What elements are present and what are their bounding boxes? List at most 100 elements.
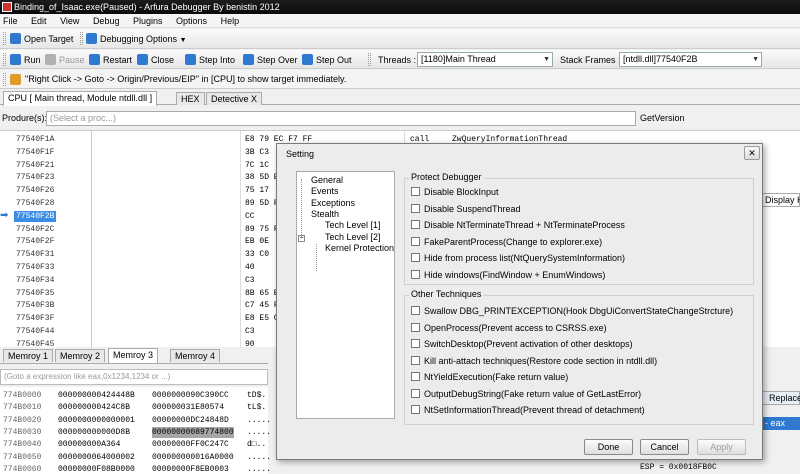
cpu-bytes[interactable]: 75 17 bbox=[245, 185, 269, 196]
option-checkbox[interactable]: Disable BlockInput bbox=[411, 186, 499, 198]
tab-cpu[interactable]: CPU [ Main thread, Module ntdll.dll ] bbox=[3, 91, 158, 106]
checkbox-icon[interactable] bbox=[411, 253, 420, 262]
option-checkbox[interactable]: Disable SuspendThread bbox=[411, 203, 521, 215]
memory-cell[interactable]: 00000000FF0C247C bbox=[152, 439, 229, 450]
checkbox-icon[interactable] bbox=[411, 236, 420, 246]
step-into-button[interactable]: Step Into bbox=[185, 53, 235, 67]
step-out-button[interactable]: Step Out bbox=[302, 53, 352, 67]
option-checkbox[interactable]: SwitchDesktop(Prevent activation of othe… bbox=[411, 338, 633, 350]
cpu-bytes[interactable]: EB 0E bbox=[245, 236, 269, 247]
memory-cell[interactable]: ..... bbox=[247, 452, 271, 463]
memory-cell[interactable]: 00000000089774800 bbox=[152, 426, 234, 438]
tree-item-events[interactable]: Events bbox=[311, 186, 339, 196]
option-checkbox[interactable]: Swallow DBG_PRINTEXCEPTION(Hook DbgUiCon… bbox=[411, 305, 733, 317]
checkbox-icon[interactable] bbox=[411, 339, 420, 348]
toolbar-grip[interactable] bbox=[3, 73, 6, 86]
cpu-address[interactable]: 77540F3B bbox=[14, 300, 56, 311]
memory-cell[interactable]: 00000000F08B0000 bbox=[58, 464, 135, 474]
option-checkbox[interactable]: FakeParentProcess(Change to explorer.exe… bbox=[411, 236, 602, 248]
cpu-address[interactable]: 77540F2F bbox=[14, 236, 56, 247]
checkbox-icon[interactable] bbox=[411, 306, 420, 315]
toolbar-grip[interactable] bbox=[3, 32, 6, 45]
register-eax-row[interactable]: - eax bbox=[762, 417, 800, 430]
menu-edit[interactable]: Edit bbox=[31, 16, 47, 26]
cpu-bytes[interactable]: 7C 1C bbox=[245, 160, 269, 171]
memory-cell[interactable]: tD$. bbox=[247, 390, 266, 401]
cpu-address[interactable]: 77540F31 bbox=[14, 249, 56, 260]
toolbar-grip[interactable] bbox=[80, 32, 83, 45]
cpu-address[interactable]: 77540F1A bbox=[14, 134, 56, 145]
run-button[interactable]: Run bbox=[10, 53, 41, 67]
memory-cell[interactable]: 000000031E80574 bbox=[152, 402, 224, 413]
pause-button[interactable]: Pause bbox=[45, 53, 85, 67]
checkbox-icon[interactable] bbox=[411, 405, 420, 414]
cpu-bytes[interactable]: C3 bbox=[245, 326, 255, 337]
checkbox-icon[interactable] bbox=[411, 372, 420, 381]
restart-button[interactable]: Restart bbox=[89, 53, 132, 67]
done-button[interactable]: Done bbox=[584, 439, 633, 455]
checkbox-icon[interactable] bbox=[411, 322, 420, 332]
apply-button[interactable]: Apply bbox=[697, 439, 746, 455]
cpu-address[interactable]: 77540F28 bbox=[14, 198, 56, 209]
checkbox-icon[interactable] bbox=[411, 187, 420, 196]
memory-cell[interactable]: tL$. bbox=[247, 402, 266, 413]
memory-cell[interactable]: 000000000424C8B bbox=[58, 402, 130, 413]
memory-address[interactable]: 774B0030 bbox=[3, 427, 41, 438]
memory-cell[interactable]: 0000000090C390CC bbox=[152, 390, 229, 401]
memory-cell[interactable]: 000000000016A0000 bbox=[152, 452, 234, 463]
step-over-button[interactable]: Step Over bbox=[243, 53, 298, 67]
close-button[interactable]: Close bbox=[137, 53, 174, 67]
menu-plugins[interactable]: Plugins bbox=[133, 16, 163, 26]
procedure-select[interactable]: (Select a proc...) bbox=[46, 111, 636, 126]
memory-cell[interactable]: 0000000000000001 bbox=[58, 415, 135, 426]
menu-file[interactable]: File bbox=[3, 16, 18, 26]
menu-options[interactable]: Options bbox=[176, 16, 207, 26]
memory-address[interactable]: 774B0000 bbox=[3, 390, 41, 401]
tab-memory-3[interactable]: Memroy 3 bbox=[108, 348, 159, 363]
cpu-bytes[interactable]: CC bbox=[245, 211, 255, 222]
cpu-address[interactable]: 77540F26 bbox=[14, 185, 56, 196]
tab-detective-x[interactable]: Detective X bbox=[206, 92, 263, 105]
memory-cell[interactable]: ..... bbox=[247, 464, 271, 474]
memory-cell[interactable]: 00000000F8EB0003 bbox=[152, 464, 229, 474]
checkbox-icon[interactable] bbox=[411, 203, 420, 213]
cpu-address[interactable]: 77540F21 bbox=[14, 160, 56, 171]
cpu-bytes[interactable]: 40 bbox=[245, 262, 255, 273]
cpu-address[interactable]: 77540F35 bbox=[14, 288, 56, 299]
memory-cell[interactable]: 00000000DC24848D bbox=[152, 415, 229, 426]
option-checkbox[interactable]: OutputDebugString(Fake return value of G… bbox=[411, 388, 641, 400]
cpu-bytes[interactable]: 3B C3 bbox=[245, 147, 269, 158]
option-checkbox[interactable]: Hide windows(FindWindow + EnumWindows) bbox=[411, 269, 605, 281]
cpu-address[interactable]: 77540F23 bbox=[14, 172, 56, 183]
open-target-button[interactable]: Open Target bbox=[10, 32, 73, 46]
tree-item-stealth[interactable]: Stealth bbox=[311, 209, 339, 219]
debugging-options-button[interactable]: Debugging Options ▼ bbox=[86, 32, 187, 46]
memory-address[interactable]: 774B0010 bbox=[3, 402, 41, 413]
tab-memory-1[interactable]: Memroy 1 bbox=[3, 349, 54, 362]
cpu-address[interactable]: 77540F34 bbox=[14, 275, 56, 286]
option-checkbox[interactable]: NtYieldExecution(Fake return value) bbox=[411, 371, 568, 383]
memory-address[interactable]: 774B0040 bbox=[3, 439, 41, 450]
tab-memory-4[interactable]: Memroy 4 bbox=[170, 349, 221, 362]
cpu-bytes[interactable]: C3 bbox=[245, 275, 255, 286]
checkbox-icon[interactable] bbox=[411, 269, 420, 279]
option-checkbox[interactable]: Hide from process list(NtQuerySystemInfo… bbox=[411, 252, 625, 264]
memory-dump[interactable]: 774B0000 000000000424448B 0000000090C390CC… bbox=[0, 387, 271, 474]
memory-address[interactable]: 774B0050 bbox=[3, 452, 41, 463]
memory-cell[interactable]: 0000000064000002 bbox=[58, 452, 135, 463]
threads-select[interactable]: [1180]Main Thread ▼ bbox=[417, 52, 553, 67]
option-checkbox[interactable]: Disable NtTerminateThread + NtTerminateP… bbox=[411, 219, 625, 231]
menu-debug[interactable]: Debug bbox=[93, 16, 120, 26]
collapse-icon[interactable]: − bbox=[298, 235, 305, 242]
menu-view[interactable]: View bbox=[60, 16, 79, 26]
option-checkbox[interactable]: OpenProcess(Prevent access to CSRSS.exe) bbox=[411, 322, 607, 334]
checkbox-icon[interactable] bbox=[411, 388, 420, 398]
option-checkbox[interactable]: NtSetInformationThread(Prevent thread of… bbox=[411, 404, 645, 416]
tree-item-kernel-protection[interactable]: Kernel Protection bbox=[325, 243, 394, 253]
cpu-address[interactable]: 77540F1F bbox=[14, 147, 56, 158]
cpu-address[interactable]: 77540F33 bbox=[14, 262, 56, 273]
tree-item-tech-level-1[interactable]: Tech Level [1] bbox=[325, 220, 381, 230]
memory-address[interactable]: 774B0020 bbox=[3, 415, 41, 426]
replace-button[interactable]: Replace bbox=[762, 391, 800, 405]
display-hex-field[interactable]: Display HE bbox=[762, 193, 800, 207]
